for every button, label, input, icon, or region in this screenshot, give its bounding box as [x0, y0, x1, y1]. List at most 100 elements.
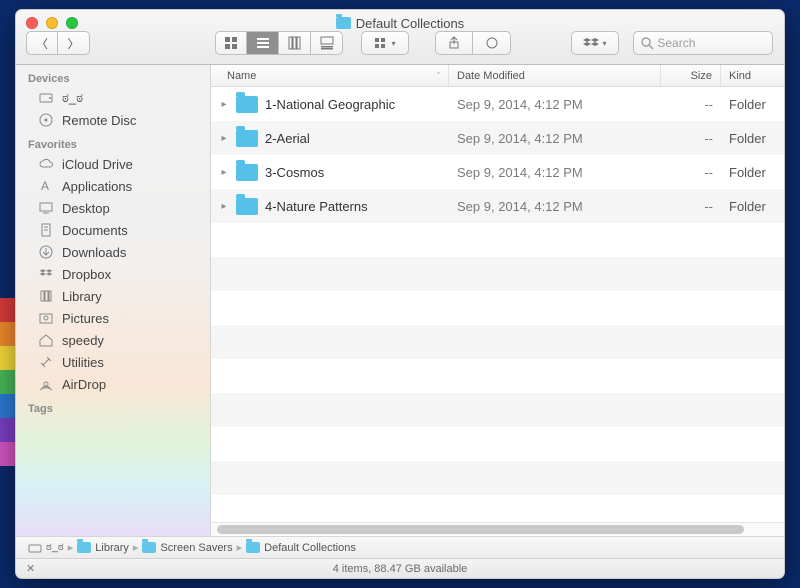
- chevron-down-icon: ▾: [602, 39, 606, 48]
- disclosure-triangle-icon[interactable]: ▸: [219, 133, 229, 144]
- file-kind: Folder: [721, 199, 784, 214]
- search-field[interactable]: Search: [633, 31, 773, 55]
- back-button[interactable]: 〈: [26, 31, 58, 55]
- disclosure-triangle-icon[interactable]: ▸: [219, 201, 229, 212]
- forward-button[interactable]: 〉: [58, 31, 90, 55]
- sidebar-item[interactable]: Remote Disc: [16, 109, 210, 131]
- sidebar-item-label: AirDrop: [62, 377, 106, 392]
- airdrop-icon: [38, 376, 54, 392]
- file-name: 1-National Geographic: [265, 97, 395, 112]
- path-label: Default Collections: [264, 542, 356, 554]
- table-row: [211, 461, 784, 495]
- sidebar-item-label: Utilities: [62, 355, 104, 370]
- sidebar-item-label: Applications: [62, 179, 132, 194]
- sidebar-item[interactable]: Dropbox: [16, 263, 210, 285]
- list-view-button[interactable]: [247, 31, 279, 55]
- finder-window: Default Collections 〈 〉 ▾ ▾ Search Devic…: [15, 9, 785, 579]
- column-headers: Nameˆ Date Modified Size Kind: [211, 65, 784, 87]
- sidebar-item-label: ಠ_ಠ: [62, 90, 83, 106]
- tags-button[interactable]: [473, 31, 511, 55]
- sidebar-item[interactable]: Pictures: [16, 307, 210, 329]
- disclosure-triangle-icon[interactable]: ▸: [219, 167, 229, 178]
- file-name: 2-Aerial: [265, 131, 310, 146]
- table-row: [211, 427, 784, 461]
- scrollbar-thumb[interactable]: [217, 525, 744, 534]
- file-name: 4-Nature Patterns: [265, 199, 368, 214]
- sidebar-item-label: Downloads: [62, 245, 126, 260]
- icon-view-button[interactable]: [215, 31, 247, 55]
- downloads-icon: [38, 244, 54, 260]
- file-kind: Folder: [721, 97, 784, 112]
- documents-icon: [38, 222, 54, 238]
- status-text: 4 items, 88.47 GB available: [333, 563, 468, 575]
- sidebar-item[interactable]: iCloud Drive: [16, 153, 210, 175]
- folder-icon: [236, 130, 258, 147]
- dropbox-icon: [38, 266, 54, 282]
- column-date[interactable]: Date Modified: [449, 65, 661, 86]
- share-button[interactable]: [435, 31, 473, 55]
- titlebar: Default Collections 〈 〉 ▾ ▾ Search: [16, 10, 784, 65]
- sidebar-item[interactable]: Utilities: [16, 351, 210, 373]
- sidebar-item[interactable]: AirDrop: [16, 373, 210, 395]
- close-icon[interactable]: ✕: [26, 562, 35, 575]
- sidebar-item-label: speedy: [62, 333, 104, 348]
- horizontal-scrollbar[interactable]: [211, 522, 784, 536]
- column-name[interactable]: Nameˆ: [211, 65, 449, 86]
- column-size[interactable]: Size: [661, 65, 721, 86]
- sidebar-item-label: Pictures: [62, 311, 109, 326]
- folder-icon: [246, 542, 260, 553]
- sidebar-item[interactable]: Desktop: [16, 197, 210, 219]
- table-row[interactable]: ▸1-National GeographicSep 9, 2014, 4:12 …: [211, 87, 784, 121]
- sidebar-item-label: iCloud Drive: [62, 157, 133, 172]
- file-size: --: [661, 165, 721, 180]
- sidebar-item[interactable]: speedy: [16, 329, 210, 351]
- apps-icon: A: [38, 178, 54, 194]
- home-icon: [38, 332, 54, 348]
- table-row: [211, 359, 784, 393]
- sidebar-item-label: Desktop: [62, 201, 110, 216]
- sidebar-header-tags: Tags: [16, 395, 210, 417]
- arrange-button[interactable]: ▾: [361, 31, 409, 55]
- table-row: [211, 223, 784, 257]
- table-row: [211, 291, 784, 325]
- dropbox-button[interactable]: ▾: [571, 31, 619, 55]
- sidebar-item[interactable]: Documents: [16, 219, 210, 241]
- table-row: [211, 257, 784, 291]
- dropbox-icon: [583, 37, 599, 49]
- file-size: --: [661, 131, 721, 146]
- pictures-icon: [38, 310, 54, 326]
- table-row[interactable]: ▸3-CosmosSep 9, 2014, 4:12 PM--Folder: [211, 155, 784, 189]
- table-row[interactable]: ▸2-AerialSep 9, 2014, 4:12 PM--Folder: [211, 121, 784, 155]
- status-bar: ✕ 4 items, 88.47 GB available: [16, 558, 784, 578]
- desktop-icon: [38, 200, 54, 216]
- sidebar-item[interactable]: Library: [16, 285, 210, 307]
- path-item[interactable]: Library: [77, 542, 129, 554]
- cloud-icon: [38, 156, 54, 172]
- table-row: [211, 393, 784, 427]
- column-view-button[interactable]: [279, 31, 311, 55]
- svg-text:A: A: [41, 179, 49, 193]
- sidebar-item[interactable]: A Applications: [16, 175, 210, 197]
- folder-icon: [236, 198, 258, 215]
- sidebar-item-label: Documents: [62, 223, 128, 238]
- disclosure-triangle-icon[interactable]: ▸: [219, 99, 229, 110]
- coverflow-view-button[interactable]: [311, 31, 343, 55]
- sidebar-header-favorites: Favorites: [16, 131, 210, 153]
- folder-icon: [142, 542, 156, 553]
- path-item[interactable]: Default Collections: [246, 542, 356, 554]
- path-separator-icon: ▸: [68, 541, 74, 554]
- column-kind[interactable]: Kind: [721, 65, 784, 86]
- path-item[interactable]: Screen Savers: [142, 542, 232, 554]
- table-row[interactable]: ▸4-Nature PatternsSep 9, 2014, 4:12 PM--…: [211, 189, 784, 223]
- disc-icon: [38, 112, 54, 128]
- library-icon: [38, 288, 54, 304]
- path-bar: ಠ_ಠ▸Library▸Screen Savers▸Default Collec…: [16, 536, 784, 558]
- file-name: 3-Cosmos: [265, 165, 324, 180]
- folder-icon: [236, 164, 258, 181]
- path-separator-icon: ▸: [237, 541, 243, 554]
- sidebar-item[interactable]: ಠ_ಠ: [16, 87, 210, 109]
- sidebar-item[interactable]: Downloads: [16, 241, 210, 263]
- path-item[interactable]: ಠ_ಠ: [28, 541, 64, 554]
- chevron-down-icon: ▾: [391, 39, 395, 48]
- path-separator-icon: ▸: [133, 541, 139, 554]
